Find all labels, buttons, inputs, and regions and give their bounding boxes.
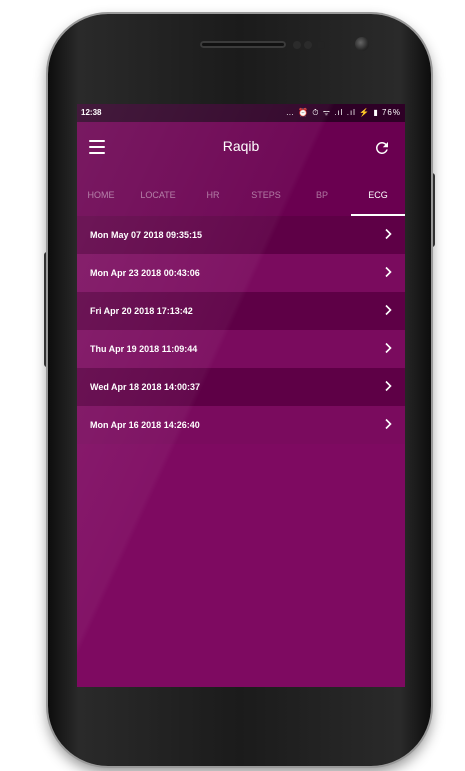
list-item[interactable]: Thu Apr 19 2018 11:09:44 [77, 330, 405, 368]
phone-speaker [200, 41, 286, 48]
app-screen: 12:38 … ⏰ ⏱ ᯤ .ıl .ıl ⚡ ▮ 76% Raqib HOME… [77, 104, 405, 687]
record-date: Fri Apr 20 2018 17:13:42 [90, 306, 193, 316]
list-item[interactable]: Mon Apr 23 2018 00:43:06 [77, 254, 405, 292]
record-date: Wed Apr 18 2018 14:00:37 [90, 382, 201, 392]
chevron-right-icon [382, 266, 394, 278]
list-item[interactable]: Wed Apr 18 2018 14:00:37 [77, 368, 405, 406]
chevron-right-icon [382, 380, 394, 392]
status-bar: 12:38 … ⏰ ⏱ ᯤ .ıl .ıl ⚡ ▮ 76% [77, 104, 405, 122]
phone-sensor [304, 41, 312, 49]
app-title: Raqib [222, 138, 260, 154]
chevron-right-icon [382, 342, 394, 354]
record-date: Mon Apr 23 2018 00:43:06 [90, 268, 200, 278]
tab-home[interactable]: HOME [79, 174, 123, 216]
status-time: 12:38 [81, 108, 102, 117]
chevron-right-icon [382, 228, 394, 240]
record-date: Thu Apr 19 2018 11:09:44 [90, 344, 198, 354]
record-date: Mon Apr 16 2018 14:26:40 [90, 420, 200, 430]
ecg-record-list: Mon May 07 2018 09:35:15 Mon Apr 23 2018… [77, 216, 405, 444]
tab-steps[interactable]: STEPS [244, 174, 288, 216]
tab-ecg[interactable]: ECG [363, 174, 393, 216]
chevron-right-icon [382, 304, 394, 316]
chevron-right-icon [382, 418, 394, 430]
list-item[interactable]: Fri Apr 20 2018 17:13:42 [77, 292, 405, 330]
front-camera [355, 37, 369, 51]
phone-sensor [293, 41, 301, 49]
list-item[interactable]: Mon May 07 2018 09:35:15 [77, 216, 405, 254]
refresh-icon[interactable] [373, 139, 391, 157]
list-item[interactable]: Mon Apr 16 2018 14:26:40 [77, 406, 405, 444]
tab-bar: HOME LOCATE HR STEPS BP ECG [77, 174, 405, 216]
record-date: Mon May 07 2018 09:35:15 [90, 230, 203, 240]
phone-sensor [317, 41, 325, 49]
app-bar: Raqib [77, 122, 405, 174]
tab-locate[interactable]: LOCATE [133, 174, 183, 216]
tab-hr[interactable]: HR [199, 174, 227, 216]
status-icons: … ⏰ ⏱ ᯤ .ıl .ıl ⚡ ▮ 76% [285, 108, 401, 117]
tab-bp[interactable]: BP [309, 174, 335, 216]
